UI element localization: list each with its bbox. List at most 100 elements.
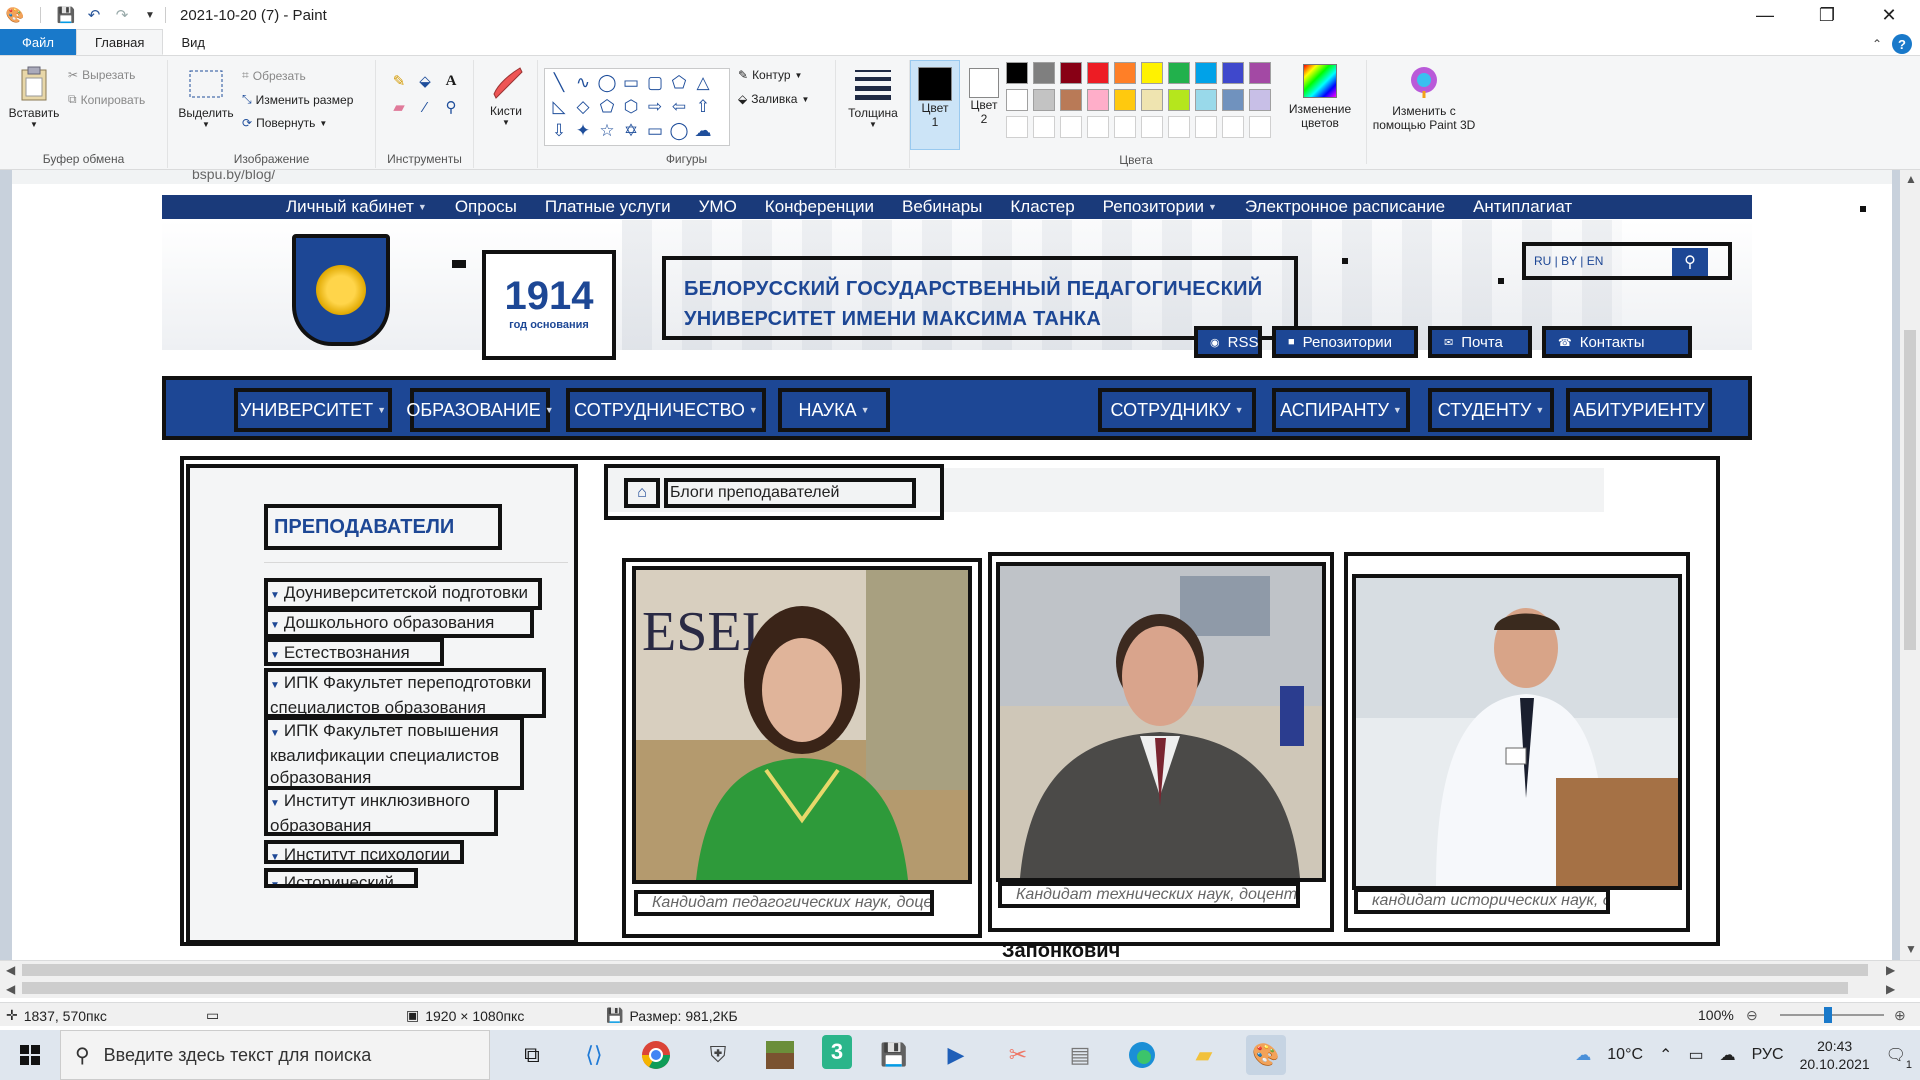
scroll-right-icon-2[interactable]: ▶ [1886,982,1895,996]
cut-button[interactable]: ✂ Вырезать [68,68,135,82]
oval-shape-icon[interactable]: ◯ [595,71,619,95]
main-nav-item[interactable]: УНИВЕРСИТЕТ ▼ [234,388,392,432]
color1-button[interactable]: Цвет 1 [910,60,960,150]
tab-file[interactable]: Файл [0,29,76,55]
palette-swatch[interactable] [1033,89,1055,111]
up-arrow-shape-icon[interactable]: ⇧ [691,95,715,119]
right-triangle-shape-icon[interactable]: ◺ [547,95,571,119]
file-explorer-icon[interactable]: ▰ [1184,1035,1224,1075]
scroll-left-icon[interactable]: ◀ [6,963,15,977]
palette-swatch[interactable] [1222,116,1244,138]
sidebar-item[interactable]: ▼ ИПК Факультет переподготовки специалист… [264,668,546,718]
eraser-icon[interactable]: ▰ [388,96,410,118]
zoom-slider-track[interactable] [1780,1014,1884,1016]
copy-button[interactable]: ⧉ Копировать [68,92,145,107]
hexagon-shape-icon[interactable]: ⬡ [619,95,643,119]
palette-swatch[interactable] [1114,89,1136,111]
paint3d-button[interactable]: Изменить с помощью Paint 3D [1368,64,1480,132]
edge-icon[interactable] [1122,1035,1162,1075]
color2-button[interactable]: Цвет 2 [962,60,1006,150]
pentagon-shape-icon[interactable]: ⬠ [595,95,619,119]
curve-shape-icon[interactable]: ∿ [571,71,595,95]
minimize-button[interactable]: — [1734,0,1796,30]
breadcrumb-current[interactable]: Блоги преподавателей [664,478,916,508]
palette-swatch[interactable] [1006,116,1028,138]
collapse-ribbon-icon[interactable]: ⌃ [1872,37,1882,51]
palette-swatch[interactable] [1195,116,1217,138]
fill-button[interactable]: ⬙ Заливка ▼ [738,92,809,106]
teacher-photo-2[interactable] [996,562,1326,882]
horizontal-scroll-thumb[interactable] [22,964,1868,976]
top-bar-link[interactable]: Личный кабинет ▼ [272,197,441,217]
zoom-in-icon[interactable]: ⊕ [1894,1007,1906,1024]
scroll-up-icon[interactable]: ▲ [1905,172,1917,186]
palette-swatch[interactable] [1006,89,1028,111]
down-arrow-shape-icon[interactable]: ⇩ [547,119,571,143]
six-point-star-shape-icon[interactable]: ✡ [619,119,643,143]
teacher-card-1[interactable]: ESEI Кандидат педагогических наук, доцен… [622,558,982,938]
clock[interactable]: 20:43 20.10.2021 [1800,1037,1870,1073]
temperature[interactable]: 10°C [1607,1046,1643,1064]
palette-swatch[interactable] [1249,116,1271,138]
palette-swatch[interactable] [1087,89,1109,111]
palette-swatch[interactable] [1114,62,1136,84]
header-link[interactable]: ✉ Почта [1428,326,1532,358]
top-bar-link[interactable]: УМО [685,197,751,217]
palette-swatch[interactable] [1141,62,1163,84]
main-nav-item[interactable]: НАУКА ▼ [778,388,890,432]
battery-icon[interactable]: ▭ [1688,1045,1703,1065]
rounded-rectangle-shape-icon[interactable]: ▢ [643,71,667,95]
horizontal-scrollbar[interactable]: ◀ ▶ [0,978,1920,998]
palette-swatch[interactable] [1114,116,1136,138]
save-icon[interactable]: 💾 [57,6,76,24]
teacher-photo-3[interactable] [1352,574,1682,890]
top-bar-link[interactable]: Платные услуги [531,197,685,217]
customize-toolbar-icon[interactable]: ▼ [141,6,159,24]
main-nav-item[interactable]: АБИТУРИЕНТУ [1566,388,1712,432]
palette-swatch[interactable] [1060,62,1082,84]
pencil-icon[interactable]: ✎ [388,70,410,92]
palette-swatch[interactable] [1033,62,1055,84]
undo-icon[interactable]: ↶ [85,6,103,24]
palette-swatch[interactable] [1168,89,1190,111]
magnifier-icon[interactable]: ⚲ [440,96,462,118]
vertical-scroll-thumb[interactable] [1904,330,1916,650]
scroll-right-icon[interactable]: ▶ [1886,963,1895,977]
five-point-star-shape-icon[interactable]: ☆ [595,119,619,143]
color-palette[interactable] [1006,62,1271,138]
sidebar-item[interactable]: ▼ Институт психологии [264,840,464,864]
select-button[interactable]: Выделить ▼ [176,66,236,129]
brushes-button[interactable]: Кисти ▼ [480,64,532,127]
triangle-shape-icon[interactable]: △ [691,71,715,95]
resize-button[interactable]: ⤡ Изменить размер [242,92,353,107]
search-icon[interactable]: ⚲ [1672,248,1708,276]
app-3-icon[interactable]: 3 [822,1035,852,1069]
palette-swatch[interactable] [1168,116,1190,138]
zoom-slider-thumb[interactable] [1824,1007,1832,1023]
palette-swatch[interactable] [1222,89,1244,111]
notifications-icon[interactable]: 🗨 1 [1886,1045,1912,1071]
language-switcher[interactable]: RU | BY | EN ⚲ [1522,242,1732,280]
university-crest-logo[interactable] [292,234,390,346]
help-icon[interactable]: ? [1892,34,1912,54]
top-bar-link[interactable]: Кластер [996,197,1088,217]
palette-swatch[interactable] [1195,89,1217,111]
main-nav-item[interactable]: АСПИРАНТУ ▼ [1272,388,1410,432]
palette-swatch[interactable] [1087,116,1109,138]
shapes-gallery[interactable]: ╲ ∿ ◯ ▭ ▢ ⬠ △ ◺ ◇ ⬠ ⬡ ⇨ ⇦ ⇧ ⇩ ✦ ☆ ✡ ▭ ◯ … [544,68,730,146]
teacher-card-3[interactable]: кандидат исторических наук, доцент [1344,552,1690,932]
palette-swatch[interactable] [1141,116,1163,138]
close-button[interactable]: ✕ [1858,0,1920,30]
crop-button[interactable]: ⌗ Обрезать [242,68,306,83]
right-arrow-shape-icon[interactable]: ⇨ [643,95,667,119]
color-picker-icon[interactable]: ⁄ [414,96,436,118]
snip-tool-icon[interactable]: ✂ [998,1035,1038,1075]
horizontal-scrollbar-inner[interactable]: ◀ ▶ [0,960,1920,978]
horizontal-scroll-thumb-2[interactable] [22,982,1848,994]
sidebar-item[interactable]: ▼ Естествознания [264,638,444,666]
maximize-button[interactable]: ❐ [1796,0,1858,30]
top-bar-link[interactable]: Электронное расписание [1231,197,1459,217]
language-links[interactable]: RU | BY | EN [1526,254,1603,268]
left-arrow-shape-icon[interactable]: ⇦ [667,95,691,119]
four-point-star-shape-icon[interactable]: ✦ [571,119,595,143]
